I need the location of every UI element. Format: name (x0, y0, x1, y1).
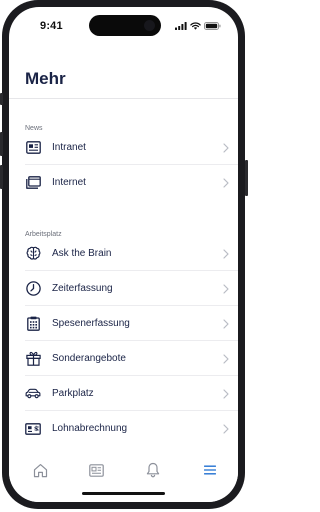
row-divider (25, 270, 238, 271)
car-icon (25, 386, 41, 402)
header-divider (9, 98, 238, 99)
tab-more[interactable] (201, 461, 219, 479)
list-item-sonderangebote[interactable]: Sonderangebote (25, 342, 238, 375)
list-item-label: Parkplatz (52, 388, 94, 399)
newspaper-icon (88, 463, 104, 477)
camera-dot (144, 20, 155, 31)
row-divider (25, 340, 238, 341)
page-title: Mehr (25, 69, 66, 88)
clock-icon (25, 281, 41, 297)
status-time: 9:41 (40, 20, 63, 32)
home-indicator (82, 492, 165, 495)
row-divider (25, 305, 238, 306)
chevron-right-icon (222, 177, 230, 188)
home-icon (33, 463, 47, 477)
battery-icon (204, 21, 221, 30)
row-divider (25, 410, 238, 411)
chevron-right-icon (222, 423, 230, 434)
tab-home[interactable] (31, 461, 49, 479)
app-screen: 9:41 Mehr News Intranet Internet Arbeits… (9, 7, 238, 502)
menu-icon (204, 465, 216, 475)
list-item-zeiterfassung[interactable]: Zeiterfassung (25, 272, 238, 305)
list-item-label: Zeiterfassung (52, 283, 113, 294)
brain-icon (25, 246, 41, 262)
newspaper-icon (25, 140, 41, 156)
list-item-intranet[interactable]: Intranet (25, 131, 238, 164)
list-item-ask-the-brain[interactable]: Ask the Brain (25, 237, 238, 270)
side-button-power (245, 160, 248, 196)
tab-notifications[interactable] (144, 461, 162, 479)
status-icons (175, 21, 221, 30)
row-divider (25, 164, 238, 165)
gift-icon (25, 351, 41, 367)
list-item-spesenerfassung[interactable]: Spesenerfassung (25, 307, 238, 340)
signal-icon (175, 21, 187, 30)
list-item-label: Internet (52, 177, 86, 188)
receipt-icon (25, 316, 41, 332)
chevron-right-icon (222, 388, 230, 399)
side-button-volume-up (0, 132, 3, 156)
side-button-volume-down (0, 165, 3, 189)
list-item-label: Spesenerfassung (52, 318, 130, 329)
list-item-internet[interactable]: Internet (25, 166, 238, 199)
payslip-icon: $ (25, 421, 41, 437)
status-bar: 9:41 (9, 7, 238, 43)
row-divider (25, 375, 238, 376)
chevron-right-icon (222, 318, 230, 329)
chevron-right-icon (222, 248, 230, 259)
list-item-label: Sonderangebote (52, 353, 126, 364)
list-item-label: Lohnabrechnung (52, 423, 128, 434)
browser-window-icon (25, 175, 41, 191)
list-item-lohnabrechnung[interactable]: $ Lohnabrechnung (25, 412, 238, 445)
tab-news[interactable] (87, 461, 105, 479)
list-item-parkplatz[interactable]: Parkplatz (25, 377, 238, 410)
list-item-label: Intranet (52, 142, 86, 153)
chevron-right-icon (222, 353, 230, 364)
bell-icon (146, 462, 160, 478)
side-button-silent (0, 93, 3, 105)
chevron-right-icon (222, 142, 230, 153)
device-frame: 9:41 Mehr News Intranet Internet Arbeits… (0, 0, 251, 512)
chevron-right-icon (222, 283, 230, 294)
dynamic-island (89, 15, 161, 36)
wifi-icon (190, 21, 201, 30)
list-item-label: Ask the Brain (52, 248, 112, 259)
